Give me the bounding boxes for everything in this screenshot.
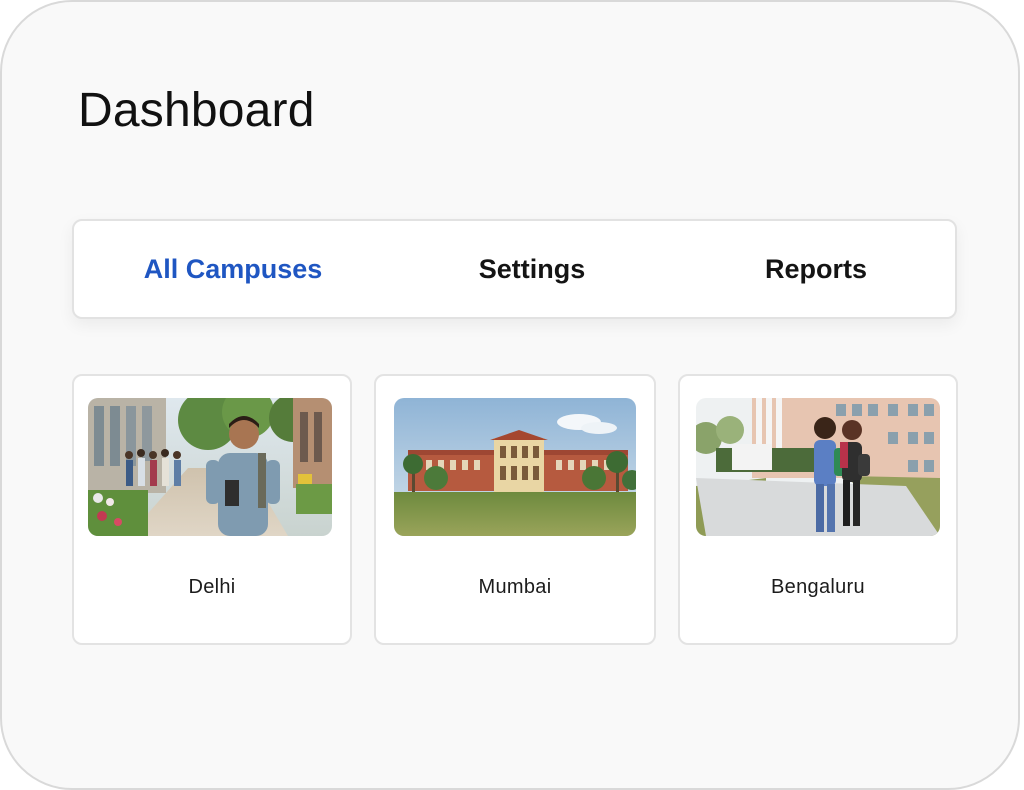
- page-title: Dashboard: [78, 84, 315, 137]
- tab-reports[interactable]: Reports: [718, 221, 914, 317]
- campus-name: Bengaluru: [771, 576, 865, 598]
- app-frame: Dashboard All Campuses Settings Reports: [0, 0, 1020, 790]
- campus-name: Delhi: [188, 576, 236, 598]
- campus-name: Mumbai: [478, 576, 552, 598]
- campus-photo-bengaluru: [696, 398, 940, 536]
- campus-photo-delhi: [88, 398, 332, 536]
- campus-card-bengaluru[interactable]: Bengaluru: [678, 374, 958, 645]
- campus-tab-bar: All Campuses Settings Reports: [72, 219, 957, 319]
- campus-photo-mumbai: [394, 398, 636, 536]
- tab-settings[interactable]: Settings: [434, 221, 630, 317]
- tab-all-campuses[interactable]: All Campuses: [103, 221, 363, 317]
- campus-card-delhi[interactable]: Delhi: [72, 374, 352, 645]
- campus-card-mumbai[interactable]: Mumbai: [374, 374, 656, 645]
